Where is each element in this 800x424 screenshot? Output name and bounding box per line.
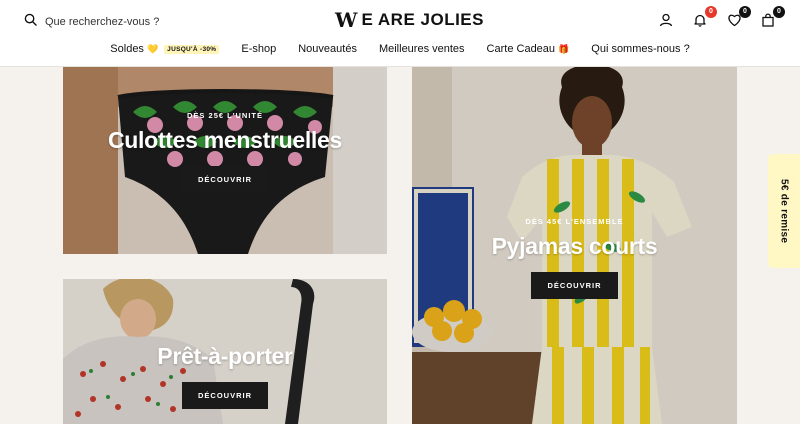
card-eyebrow: DÈS 45€ L'ENSEMBLE (525, 217, 624, 226)
card-text: DÈS 25€ L'UNITÉ Culottes menstruelles DÉ… (63, 111, 387, 193)
bag-icon (761, 12, 775, 32)
gift-icon: 🎁 (558, 43, 570, 54)
card-eyebrow: DÈS 25€ L'UNITÉ (187, 111, 263, 120)
bell-icon (693, 13, 707, 32)
category-card-pyjamas[interactable]: DÈS 45€ L'ENSEMBLE Pyjamas courts DÉCOUV… (412, 67, 737, 424)
card-title: Culottes menstruelles (108, 127, 342, 153)
site-header: W E ARE JOLIES 0 0 0 (0, 0, 800, 67)
discover-button[interactable]: DÉCOUVRIR (181, 166, 268, 193)
logo-text: E ARE JOLIES (361, 10, 484, 29)
nav-item-meilleures-ventes[interactable]: Meilleures ventes (379, 43, 465, 55)
wishlist-button[interactable]: 0 (724, 6, 751, 32)
nav-item-nouveautes[interactable]: Nouveautés (298, 43, 357, 55)
account-button[interactable] (656, 12, 676, 32)
card-text: DÈS 45€ L'ENSEMBLE Pyjamas courts DÉCOUV… (412, 217, 737, 299)
search-input[interactable] (45, 16, 205, 28)
nav-item-soldes[interactable]: Soldes 💛 JUSQU'À -30% (110, 43, 220, 55)
card-text: Prêt-à-porter DÉCOUVRIR (63, 336, 387, 409)
nav-item-label: Qui sommes-nous ? (591, 43, 690, 55)
search-icon[interactable] (24, 13, 37, 31)
brand-logo[interactable]: W E ARE JOLIES (335, 10, 484, 30)
nav-item-label: Nouveautés (298, 43, 357, 55)
notifications-button[interactable]: 0 (690, 6, 717, 32)
nav-item-qui-sommes-nous[interactable]: Qui sommes-nous ? (591, 43, 689, 55)
logo-mark: W (335, 8, 358, 32)
card-title: Prêt-à-porter (157, 343, 293, 369)
side-tab-label: 5€ de remise (778, 178, 790, 244)
discover-button[interactable]: DÉCOUVRIR (181, 382, 268, 409)
discount-side-tab[interactable]: 5€ de remise (768, 154, 800, 268)
notification-badge: 0 (705, 6, 717, 18)
card-title: Pyjamas courts (491, 233, 658, 259)
nav-item-label: E-shop (241, 43, 277, 55)
wishlist-badge: 0 (739, 6, 751, 18)
category-card-pret-a-porter[interactable]: Prêt-à-porter DÉCOUVRIR (63, 279, 387, 424)
cart-badge: 0 (773, 6, 785, 18)
nav-item-label: Carte Cadeau (486, 43, 556, 55)
nav-item-eshop[interactable]: E-shop (241, 43, 276, 55)
yellow-heart-icon: 💛 (146, 43, 159, 54)
sale-pill: JUSQU'À -30% (164, 44, 220, 54)
nav-item-label: Soldes (110, 43, 144, 55)
user-icon (659, 13, 673, 32)
discover-button[interactable]: DÉCOUVRIR (531, 272, 618, 299)
nav-item-carte-cadeau[interactable]: Carte Cadeau 🎁 (487, 43, 570, 55)
nav-item-label: Meilleures ventes (378, 43, 465, 55)
header-actions: 0 0 0 (656, 6, 785, 32)
search-bar[interactable] (24, 13, 205, 31)
cart-button[interactable]: 0 (758, 6, 785, 32)
main-nav: Soldes 💛 JUSQU'À -30% E-shop Nouveautés … (0, 43, 800, 55)
category-card-culottes[interactable]: DÈS 25€ L'UNITÉ Culottes menstruelles DÉ… (63, 67, 387, 254)
